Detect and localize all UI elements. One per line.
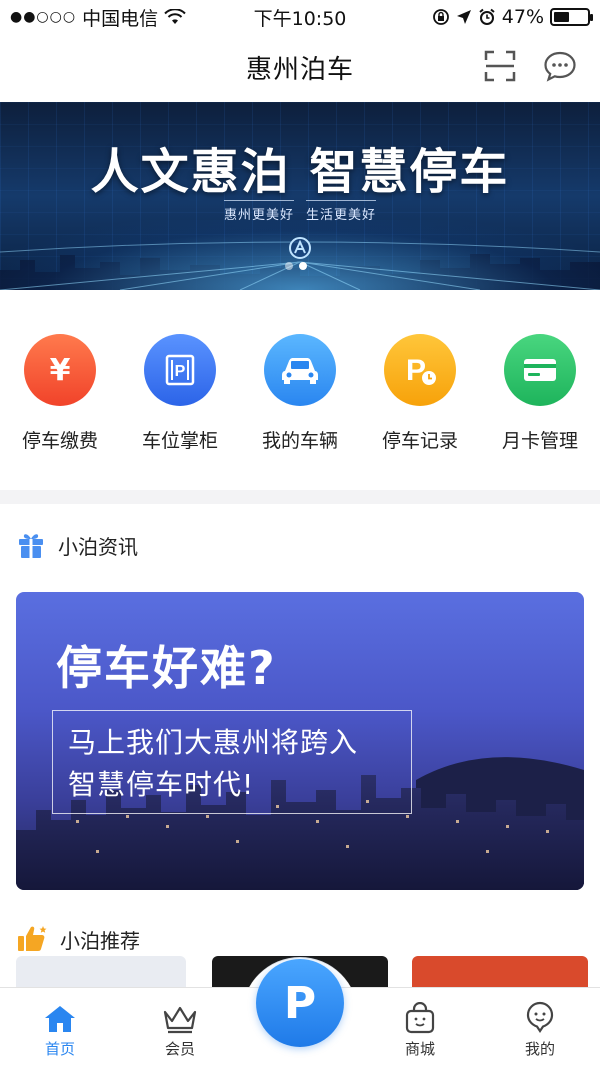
quick-action-label: 月卡管理 (501, 430, 578, 452)
banner-subtitle: 惠州更美好 生活更美好 (0, 200, 600, 223)
tab-label: 商城 (404, 1040, 435, 1058)
yen-glyph: ¥ (49, 352, 71, 388)
nav-bar: 惠州泊车 (0, 34, 600, 100)
card-icon (504, 334, 576, 406)
news-subtext: 马上我们大惠州将跨入 智慧停车时代! (68, 722, 358, 806)
quick-action-label: 停车记录 (381, 430, 458, 452)
news-section-header: 小泊资讯 (16, 530, 138, 560)
shopping-bag-icon (405, 1002, 435, 1034)
banner-dot[interactable] (285, 262, 293, 270)
signal-icon: ●●○○○ (10, 9, 77, 25)
location-icon (456, 10, 471, 24)
message-icon[interactable] (542, 48, 578, 84)
yen-icon: ¥ (24, 334, 96, 406)
quick-action-label: 车位掌柜 (141, 430, 218, 452)
banner-sub-1: 惠州更美好 (223, 200, 294, 223)
quick-action-parking-records[interactable]: P 停车记录 (360, 290, 480, 490)
parking-box-icon: P (144, 334, 216, 406)
recommend-section-header: 小泊推荐 (16, 924, 140, 954)
scan-icon[interactable] (482, 48, 518, 84)
car-icon (264, 334, 336, 406)
banner-pagination[interactable] (285, 262, 307, 270)
profile-icon (526, 1001, 554, 1033)
tab-label: 我的 (524, 1040, 555, 1058)
parking-clock-icon: P (384, 334, 456, 406)
crown-icon (163, 1006, 197, 1034)
news-subtext-line-2: 智慧停车时代! (68, 768, 255, 801)
svg-text:P: P (406, 354, 426, 387)
news-card[interactable]: 停车好难? 马上我们大惠州将跨入 智慧停车时代! (16, 592, 584, 890)
tab-member[interactable]: 会员 (130, 1004, 230, 1059)
tab-home[interactable]: 首页 (10, 1004, 110, 1059)
tab-label: 首页 (44, 1040, 75, 1058)
nav-actions (482, 48, 578, 84)
carrier-label: 中国电信 (82, 7, 159, 30)
alarm-icon (479, 8, 495, 25)
battery-percent: 47% (501, 6, 544, 28)
quick-action-label: 停车缴费 (21, 430, 98, 452)
battery-icon (550, 8, 593, 26)
rotation-lock-icon (432, 9, 449, 25)
tab-mine[interactable]: 我的 (490, 1000, 590, 1059)
banner-title: 人文惠泊 智慧停车 (90, 144, 510, 200)
quick-actions: ¥ 停车缴费 P 车位掌柜 我的车辆 P 停车记录 月卡管理 (0, 290, 600, 490)
banner-logo-icon (289, 237, 311, 259)
page-title: 惠州泊车 (245, 54, 354, 85)
status-left: ●●○○○ 中国电信 (10, 4, 186, 31)
thumbs-up-icon (18, 926, 47, 951)
news-headline: 停车好难? (56, 641, 277, 695)
wifi-icon (164, 9, 186, 24)
svg-text:P: P (175, 363, 186, 380)
status-bar: ●●○○○ 中国电信 下午10:50 47% (0, 0, 600, 34)
tab-parking-center-button[interactable]: P (256, 959, 344, 1047)
banner-dot-active[interactable] (299, 262, 307, 270)
banner-sub-2: 生活更美好 (306, 200, 377, 223)
home-icon (45, 1006, 75, 1032)
news-subtext-line-1: 马上我们大惠州将跨入 (68, 726, 359, 759)
parking-icon: P (283, 977, 317, 1029)
quick-action-label: 我的车辆 (261, 430, 338, 452)
tab-mall[interactable]: 商城 (370, 1002, 470, 1059)
quick-action-my-vehicles[interactable]: 我的车辆 (240, 290, 360, 490)
gift-icon (19, 534, 43, 558)
status-right: 47% (432, 6, 593, 28)
section-divider (0, 490, 600, 504)
quick-action-space-manager[interactable]: P 车位掌柜 (120, 290, 240, 490)
promo-banner[interactable]: 人文惠泊 智慧停车 惠州更美好 生活更美好 (0, 102, 600, 290)
tab-label: 会员 (164, 1040, 195, 1058)
news-section-title: 小泊资讯 (58, 534, 138, 559)
recommend-section-title: 小泊推荐 (60, 928, 140, 953)
quick-action-parking-payment[interactable]: ¥ 停车缴费 (0, 290, 120, 490)
quick-action-monthly-card[interactable]: 月卡管理 (480, 290, 600, 490)
